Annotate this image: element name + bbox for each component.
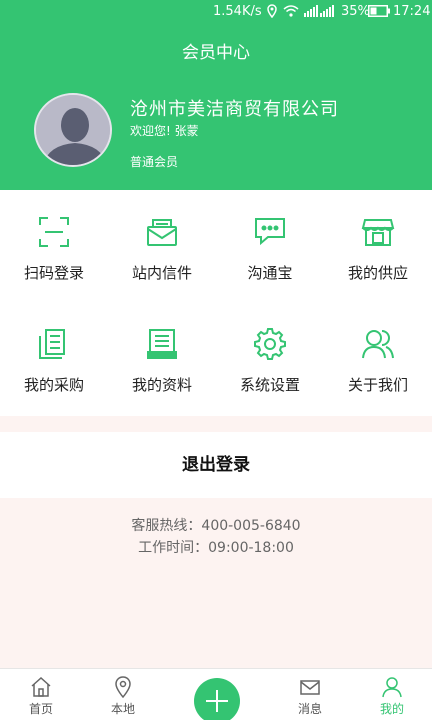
gear-icon (254, 328, 286, 360)
user-icon (382, 677, 402, 698)
logout-label: 退出登录 (182, 455, 250, 475)
grid-item-mail[interactable]: 站内信件 (108, 190, 216, 290)
grid-item-about-us[interactable]: 关于我们 (324, 302, 432, 402)
chat-icon (255, 218, 285, 246)
network-speed: 1.54K/s (213, 4, 262, 19)
function-grid: 扫码登录 站内信件 沟通宝 我的供应 我的采购 我的资料 系统设置 关于我们 (0, 190, 432, 416)
avatar[interactable] (34, 93, 112, 167)
logout-button[interactable]: 退出登录 (0, 432, 432, 498)
status-bar: 1.54K/s 35% 17:24 (0, 0, 432, 24)
profile-data-icon (147, 329, 177, 359)
header: 1.54K/s 35% 17:24 会员中心 沧州市美洁商贸有限公司 欢迎您! … (0, 0, 432, 190)
grid-item-chat[interactable]: 沟通宝 (216, 190, 324, 290)
store-icon (361, 219, 395, 246)
nav-label: 我的 (379, 702, 404, 716)
grid-item-my-purchase[interactable]: 我的采购 (0, 302, 108, 402)
contact-info: 客服热线：400-005-6840 工作时间：09:00-18:00 (0, 515, 432, 559)
nav-label: 首页 (28, 702, 53, 716)
grid-label: 关于我们 (347, 376, 408, 394)
hotline-text: 客服热线：400-005-6840 (131, 518, 301, 534)
welcome-text: 欢迎您! 张蒙 (130, 124, 199, 138)
grid-label: 扫码登录 (23, 264, 84, 282)
grid-item-settings[interactable]: 系统设置 (216, 302, 324, 402)
wifi-icon (283, 5, 299, 17)
nav-home[interactable]: 首页 (11, 669, 71, 720)
company-name: 沧州市美洁商贸有限公司 (130, 99, 339, 120)
battery-percent: 35% (341, 4, 370, 19)
work-hours-text: 工作时间：09:00-18:00 (138, 540, 294, 556)
nav-label: 本地 (110, 702, 135, 716)
message-icon (300, 680, 320, 695)
grid-label: 我的供应 (347, 264, 408, 282)
location-status-icon (267, 4, 277, 18)
nav-label: 消息 (297, 702, 322, 716)
battery-icon (368, 5, 390, 17)
nav-mine[interactable]: 我的 (362, 669, 422, 720)
grid-item-my-supply[interactable]: 我的供应 (324, 190, 432, 290)
grid-label: 我的资料 (131, 376, 192, 394)
publish-plus-button[interactable] (194, 678, 240, 720)
grid-label: 我的采购 (23, 376, 84, 394)
purchase-icon (39, 329, 65, 359)
nav-messages[interactable]: 消息 (280, 669, 340, 720)
users-icon (362, 330, 394, 359)
member-level: 普通会员 (130, 155, 179, 169)
mail-icon (147, 219, 177, 246)
signal-icon (304, 5, 318, 17)
clock: 17:24 (393, 4, 431, 19)
grid-item-my-profile[interactable]: 我的资料 (108, 302, 216, 402)
page-title: 会员中心 (182, 43, 250, 63)
scan-icon (39, 217, 69, 247)
grid-label: 系统设置 (239, 376, 300, 394)
avatar-silhouette-icon (36, 95, 110, 165)
signal-icon-2 (320, 5, 334, 17)
grid-label: 站内信件 (131, 264, 192, 282)
grid-label: 沟通宝 (247, 264, 293, 282)
home-icon (31, 676, 51, 697)
grid-item-scan-login[interactable]: 扫码登录 (0, 190, 108, 290)
location-icon (115, 676, 131, 699)
nav-local[interactable]: 本地 (93, 669, 153, 720)
